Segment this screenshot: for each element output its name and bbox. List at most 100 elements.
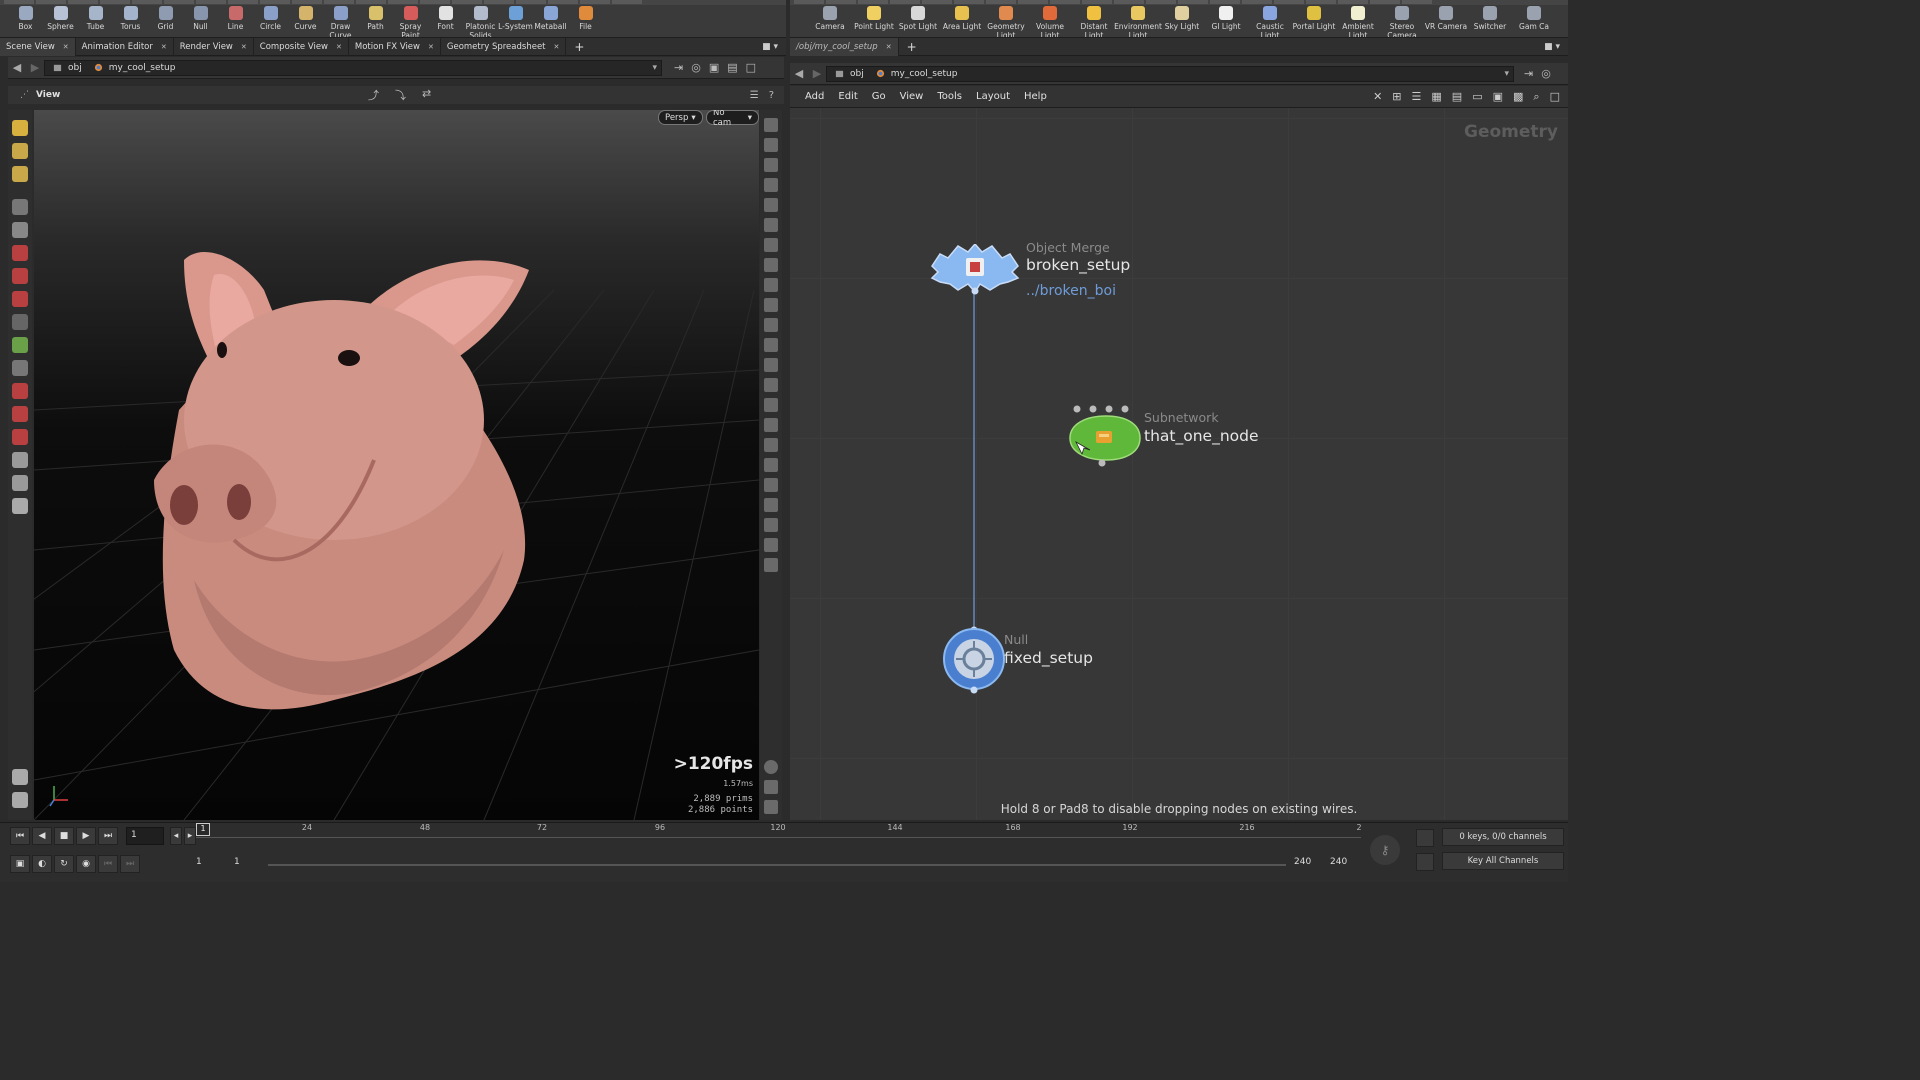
shelf-tool-stereo-camera[interactable]: Stereo Camera bbox=[1380, 6, 1424, 37]
scale-display-icon[interactable] bbox=[764, 478, 778, 492]
pane-menu-icon[interactable]: ■ ▾ bbox=[1544, 42, 1560, 52]
simulation-icon[interactable]: ◉ bbox=[76, 855, 96, 873]
lock-icon[interactable] bbox=[12, 222, 28, 238]
pin-icon[interactable]: ⇥ bbox=[1524, 67, 1533, 80]
play-icon[interactable]: ▶ bbox=[76, 827, 96, 845]
global-animation-icon[interactable]: ▣ bbox=[10, 855, 30, 873]
close-icon[interactable]: ✕ bbox=[63, 43, 69, 51]
display-icon[interactable] bbox=[764, 118, 778, 132]
path-field[interactable]: obj my_cool_setup ▾ bbox=[826, 65, 1514, 82]
uv-display-icon[interactable] bbox=[764, 378, 778, 392]
handle-tool-icon[interactable] bbox=[12, 337, 28, 353]
normal-display-icon[interactable] bbox=[764, 338, 778, 352]
menu-layout[interactable]: Layout bbox=[969, 91, 1017, 102]
forward-arrow-icon[interactable]: ▶ bbox=[808, 67, 826, 80]
step-forward-icon[interactable]: ▸ bbox=[184, 827, 196, 845]
tab-network-path[interactable]: /obj/my_cool_setup ✕ bbox=[790, 37, 899, 56]
subnetwork-node-icon[interactable] bbox=[1062, 402, 1146, 468]
text-label-icon[interactable] bbox=[764, 518, 778, 532]
select-tool-icon[interactable] bbox=[12, 120, 28, 136]
left-shelf-tabs[interactable] bbox=[0, 0, 786, 5]
pin-icon[interactable]: ⇥ bbox=[674, 61, 683, 74]
shelf-tool-font[interactable]: Font bbox=[428, 6, 463, 31]
scale-tool-icon[interactable] bbox=[12, 291, 28, 307]
render-region-icon[interactable] bbox=[12, 475, 28, 491]
shelf-tool-draw-curve[interactable]: Draw Curve bbox=[323, 6, 358, 37]
jump-start-icon[interactable]: ⏮ bbox=[10, 827, 30, 845]
thumbnail-icon[interactable]: ▤ bbox=[1452, 90, 1462, 104]
shelf-tool-curve[interactable]: Curve bbox=[288, 6, 323, 31]
add-tab-button[interactable]: + bbox=[899, 40, 925, 54]
camera-icon[interactable] bbox=[764, 258, 778, 272]
range-end-field[interactable]: 240 bbox=[1330, 857, 1347, 867]
menu-view[interactable]: View bbox=[893, 91, 931, 102]
object-merge-node-icon[interactable] bbox=[928, 244, 1022, 296]
null-node-icon[interactable] bbox=[940, 624, 1008, 694]
menu-tools[interactable]: Tools bbox=[930, 91, 969, 102]
menu-go[interactable]: Go bbox=[865, 91, 893, 102]
back-arrow-icon[interactable]: ◀ bbox=[790, 67, 808, 80]
node-name-label[interactable]: broken_setup bbox=[1026, 256, 1130, 274]
background-icon[interactable] bbox=[764, 278, 778, 292]
snap-magnet-icon[interactable] bbox=[12, 406, 28, 422]
network-box-icon[interactable]: ▣ bbox=[1493, 90, 1503, 104]
add-tab-button[interactable]: + bbox=[566, 40, 592, 54]
snapshot-icon[interactable] bbox=[764, 538, 778, 552]
range-start-field[interactable]: 1 bbox=[196, 857, 202, 867]
persp-menu-button[interactable]: Persp ▾ bbox=[658, 110, 703, 125]
eye-icon[interactable] bbox=[764, 800, 778, 814]
path-field[interactable]: obj my_cool_setup ▾ bbox=[44, 59, 662, 76]
shelf-tool-file[interactable]: File bbox=[568, 6, 603, 31]
key-icon[interactable]: ⚷ bbox=[1370, 835, 1400, 865]
cut-icon[interactable] bbox=[764, 418, 778, 432]
back-arrow-icon[interactable]: ◀ bbox=[8, 61, 26, 74]
vis-icon[interactable] bbox=[764, 558, 778, 572]
template-icon[interactable] bbox=[764, 298, 778, 312]
transform-icon[interactable]: ⇄ bbox=[422, 87, 431, 103]
shelf-tool-portal-light[interactable]: Portal Light bbox=[1292, 6, 1336, 31]
shelf-tool-metaball[interactable]: Metaball bbox=[533, 6, 568, 31]
grid-magnet-icon[interactable] bbox=[12, 429, 28, 445]
pose-tool-icon[interactable] bbox=[12, 314, 28, 330]
shading-icon[interactable] bbox=[764, 198, 778, 212]
headlight-icon[interactable] bbox=[764, 238, 778, 252]
camera-menu-button[interactable]: No cam ▾ bbox=[706, 110, 759, 128]
network-editor[interactable]: Geometry Object Merge broken_setup ../br… bbox=[790, 108, 1568, 820]
shelf-tool-torus[interactable]: Torus bbox=[113, 6, 148, 31]
shelf-tool-distant-light[interactable]: Distant Light bbox=[1072, 6, 1116, 37]
close-icon[interactable]: ✕ bbox=[336, 43, 342, 51]
sticky-note-icon[interactable]: ▭ bbox=[1472, 90, 1482, 104]
close-icon[interactable]: ✕ bbox=[241, 43, 247, 51]
list-view-icon[interactable]: ☰ bbox=[1412, 90, 1422, 104]
tab-render-view[interactable]: Render View ✕ bbox=[174, 37, 254, 56]
path-segment-current[interactable]: my_cool_setup bbox=[872, 69, 966, 79]
shelf-tool-circle[interactable]: Circle bbox=[253, 6, 288, 31]
range-start-visible-field[interactable]: 1 bbox=[234, 857, 240, 867]
help-icon[interactable]: ? bbox=[769, 90, 774, 101]
wrench-icon[interactable]: ✕ bbox=[1373, 90, 1382, 104]
shelf-tool-camera[interactable]: Camera bbox=[808, 6, 852, 31]
shelf-tool-area-light[interactable]: Area Light bbox=[940, 6, 984, 31]
label-icon[interactable] bbox=[764, 438, 778, 452]
display-options-icon[interactable]: ☰ bbox=[750, 90, 759, 101]
timeline-ruler[interactable]: 1 24 48 72 96 120 144 168 192 216 2 bbox=[196, 823, 1362, 849]
realtime-icon[interactable]: ↻ bbox=[54, 855, 74, 873]
tab-animation-editor[interactable]: Animation Editor ✕ bbox=[76, 37, 174, 56]
image-icon[interactable]: ▩ bbox=[1513, 90, 1523, 104]
shelf-tool-volume-light[interactable]: Volume Light bbox=[1028, 6, 1072, 37]
menu-add[interactable]: Add bbox=[798, 91, 831, 102]
rotate-tool-icon[interactable] bbox=[12, 268, 28, 284]
close-icon[interactable]: ✕ bbox=[161, 43, 167, 51]
jump-end-icon[interactable]: ⏭ bbox=[98, 827, 118, 845]
path-segment-obj[interactable]: obj bbox=[831, 69, 872, 79]
teapot-icon[interactable] bbox=[12, 498, 28, 514]
tab-composite-view[interactable]: Composite View ✕ bbox=[254, 37, 349, 56]
3d-viewport[interactable]: Persp ▾ No cam ▾ >120fps 1.57ms 2,889 prim… bbox=[34, 110, 759, 820]
right-shelf-tabs[interactable] bbox=[790, 0, 1568, 5]
tree-view-icon[interactable]: ⊞ bbox=[1392, 90, 1401, 104]
node-name-label[interactable]: that_one_node bbox=[1144, 427, 1259, 445]
tab-motion-fx-view[interactable]: Motion FX View ✕ bbox=[349, 37, 441, 56]
shelf-tool-vr-camera[interactable]: VR Camera bbox=[1424, 6, 1468, 31]
shelf-tool-platonic-solids[interactable]: Platonic Solids bbox=[463, 6, 498, 37]
layers-icon[interactable]: ▣ bbox=[709, 61, 719, 74]
